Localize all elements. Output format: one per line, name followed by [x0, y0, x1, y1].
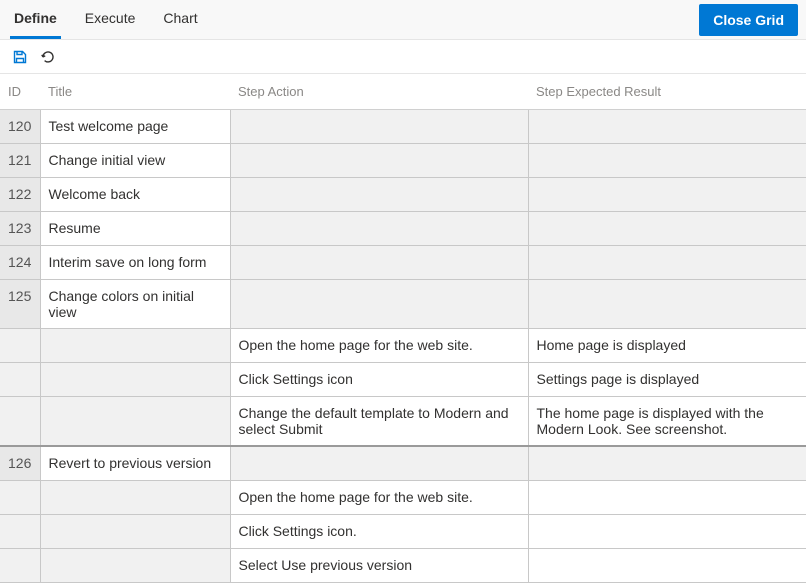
cell-id[interactable]: 125 [0, 280, 40, 329]
cell-result[interactable] [528, 480, 806, 514]
cell-action[interactable] [230, 446, 528, 480]
cell-title[interactable]: Change colors on initial view [40, 280, 230, 329]
cell-action[interactable]: Open the home page for the web site. [230, 480, 528, 514]
cell-action[interactable]: Click Settings icon. [230, 514, 528, 548]
cell-action[interactable] [230, 280, 528, 329]
table-row[interactable]: 122Welcome back [0, 178, 806, 212]
table-row[interactable]: Click Settings iconSettings page is disp… [0, 363, 806, 397]
cell-id[interactable] [0, 548, 40, 582]
cell-action[interactable]: Open the home page for the web site. [230, 329, 528, 363]
cell-action[interactable] [230, 178, 528, 212]
toolbar: DefineExecuteChart Close Grid [0, 0, 806, 40]
cell-action[interactable] [230, 212, 528, 246]
table-row[interactable]: Open the home page for the web site.Home… [0, 329, 806, 363]
table-row[interactable]: 126Revert to previous version [0, 446, 806, 480]
cell-id[interactable] [0, 514, 40, 548]
table-row[interactable]: 121Change initial view [0, 144, 806, 178]
cell-result[interactable] [528, 246, 806, 280]
table-row[interactable]: 120Test welcome page [0, 110, 806, 144]
cell-result[interactable] [528, 548, 806, 582]
table-row[interactable]: Select Use previous version [0, 548, 806, 582]
cell-id[interactable]: 124 [0, 246, 40, 280]
cell-title[interactable]: Test welcome page [40, 110, 230, 144]
table-row[interactable]: 124Interim save on long form [0, 246, 806, 280]
cell-result[interactable] [528, 144, 806, 178]
cell-id[interactable] [0, 363, 40, 397]
column-header-action[interactable]: Step Action [230, 74, 528, 110]
cell-result[interactable] [528, 446, 806, 480]
column-header-id[interactable]: ID [0, 74, 40, 110]
table-row[interactable]: Open the home page for the web site. [0, 480, 806, 514]
sub-toolbar [0, 40, 806, 74]
tab-chart[interactable]: Chart [149, 0, 211, 39]
cell-result[interactable] [528, 280, 806, 329]
cell-title[interactable]: Interim save on long form [40, 246, 230, 280]
cell-id[interactable]: 122 [0, 178, 40, 212]
refresh-icon[interactable] [40, 49, 56, 65]
cell-title[interactable] [40, 329, 230, 363]
cell-id[interactable]: 123 [0, 212, 40, 246]
cell-title[interactable] [40, 363, 230, 397]
cell-id[interactable] [0, 480, 40, 514]
tab-define[interactable]: Define [0, 0, 71, 39]
cell-action[interactable] [230, 110, 528, 144]
cell-title[interactable] [40, 397, 230, 447]
tab-execute[interactable]: Execute [71, 0, 150, 39]
cell-id[interactable] [0, 329, 40, 363]
cell-action[interactable]: Select Use previous version [230, 548, 528, 582]
cell-result[interactable] [528, 110, 806, 144]
cell-id[interactable]: 126 [0, 446, 40, 480]
cell-result[interactable]: Settings page is displayed [528, 363, 806, 397]
table-row[interactable]: Click Settings icon. [0, 514, 806, 548]
table-row[interactable]: 125Change colors on initial view [0, 280, 806, 329]
cell-title[interactable]: Change initial view [40, 144, 230, 178]
cell-id[interactable]: 120 [0, 110, 40, 144]
column-header-title[interactable]: Title [40, 74, 230, 110]
column-header-result[interactable]: Step Expected Result [528, 74, 806, 110]
test-cases-grid: ID Title Step Action Step Expected Resul… [0, 74, 806, 583]
cell-id[interactable]: 121 [0, 144, 40, 178]
table-row[interactable]: 123Resume [0, 212, 806, 246]
cell-action[interactable]: Change the default template to Modern an… [230, 397, 528, 447]
close-grid-button[interactable]: Close Grid [699, 4, 798, 36]
cell-title[interactable] [40, 514, 230, 548]
cell-title[interactable]: Welcome back [40, 178, 230, 212]
cell-title[interactable]: Resume [40, 212, 230, 246]
cell-result[interactable] [528, 178, 806, 212]
cell-title[interactable] [40, 548, 230, 582]
cell-action[interactable] [230, 246, 528, 280]
cell-id[interactable] [0, 397, 40, 447]
grid-body: 120Test welcome page121Change initial vi… [0, 110, 806, 583]
cell-result[interactable] [528, 514, 806, 548]
table-row[interactable]: Change the default template to Modern an… [0, 397, 806, 447]
save-work-items-icon[interactable] [12, 49, 28, 65]
cell-result[interactable] [528, 212, 806, 246]
cell-action[interactable]: Click Settings icon [230, 363, 528, 397]
header-row: ID Title Step Action Step Expected Resul… [0, 74, 806, 110]
cell-title[interactable] [40, 480, 230, 514]
tab-bar: DefineExecuteChart [0, 0, 212, 39]
cell-result[interactable]: The home page is displayed with the Mode… [528, 397, 806, 447]
cell-title[interactable]: Revert to previous version [40, 446, 230, 480]
cell-result[interactable]: Home page is displayed [528, 329, 806, 363]
cell-action[interactable] [230, 144, 528, 178]
